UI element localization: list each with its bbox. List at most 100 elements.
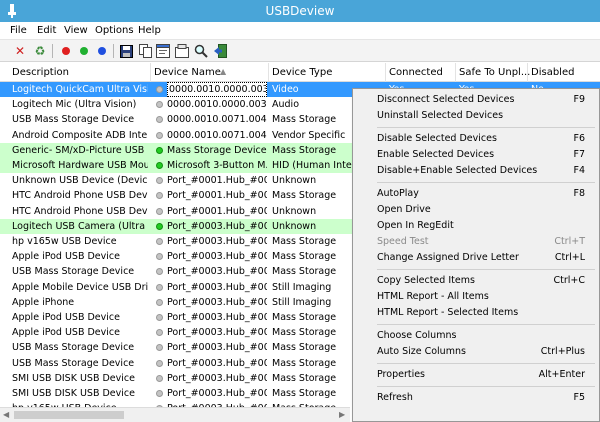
context-menu-item-open-drive[interactable]: Open Drive [377, 202, 597, 218]
horizontal-scrollbar[interactable]: ◀ ▶ [0, 407, 350, 422]
properties-icon[interactable] [174, 43, 190, 59]
column-divider[interactable] [268, 63, 269, 82]
cell-description: USB Mass Storage Device [12, 114, 135, 126]
column-device-name[interactable]: Device Name [154, 67, 221, 78]
menu-options[interactable]: Options [95, 25, 134, 36]
recycle-icon[interactable]: ♻ [32, 43, 48, 59]
menu-item-label: Choose Columns [377, 330, 457, 341]
menu-item-label: Open Drive [377, 204, 431, 215]
menu-item-shortcut: Ctrl+C [553, 275, 586, 286]
menu-item-label: Disable+Enable Selected Devices [377, 165, 538, 176]
column-safe-to-unplug[interactable]: Safe To Unpl... [459, 67, 530, 78]
menu-item-label: Uninstall Selected Devices [377, 110, 504, 121]
context-menu-item-html-report-selected-items[interactable]: HTML Report - Selected Items [377, 305, 597, 321]
cell-device-type: Video [272, 84, 299, 95]
menu-item-shortcut: Ctrl+L [554, 252, 585, 263]
context-menu-item-html-report-all-items[interactable]: HTML Report - All Items [377, 289, 597, 305]
cell-description: HTC Android Phone USB Devi... [12, 205, 148, 217]
scroll-right-icon[interactable]: ▶ [339, 410, 345, 419]
cell-device-name: Port_#0003.Hub_#0007 [167, 388, 267, 399]
cell-description: Apple iPod USB Device [12, 251, 120, 263]
cell-device-type: Mass Storage [272, 251, 337, 263]
disconnected-status-icon [156, 253, 163, 261]
green-dot-icon[interactable] [76, 43, 92, 59]
cell-device-name: Port_#0001.Hub_#0009 [167, 205, 267, 217]
search-icon[interactable] [193, 43, 209, 59]
cell-device-type: Mass Storage [272, 357, 337, 369]
column-divider[interactable] [150, 63, 151, 82]
menu-separator [377, 269, 595, 270]
window-title: USBDeview [265, 4, 335, 18]
menu-help[interactable]: Help [138, 25, 161, 36]
cell-device-name: Port_#0003.Hub_#0007 [167, 327, 267, 339]
context-menu-item-refresh[interactable]: Refresh F5 [377, 390, 597, 406]
context-menu-item-disable-selected-devices[interactable]: Disable Selected Devices F6 [377, 131, 597, 147]
html-report-icon[interactable] [155, 43, 171, 59]
cell-description: Apple iPod USB Device [12, 327, 120, 339]
disconnected-status-icon [156, 131, 163, 139]
context-menu-item-uninstall-selected-devices[interactable]: Uninstall Selected Devices [377, 108, 597, 124]
menu-item-shortcut: F6 [573, 133, 585, 144]
copy-icon[interactable] [137, 43, 153, 59]
menu-file[interactable]: File [10, 25, 27, 36]
menu-edit[interactable]: Edit [37, 25, 56, 36]
cell-description: Microsoft Hardware USB Mouse [12, 160, 148, 171]
cell-device-name: Mass Storage Device [167, 144, 267, 156]
context-menu-item-choose-columns[interactable]: Choose Columns [377, 328, 597, 344]
context-menu-item-enable-selected-devices[interactable]: Enable Selected Devices F7 [377, 147, 597, 163]
context-menu-item-autoplay[interactable]: AutoPlay F8 [377, 186, 597, 202]
scroll-left-icon[interactable]: ◀ [3, 410, 9, 419]
sort-indicator-icon: ▲ [220, 67, 227, 76]
context-menu-item-copy-selected-items[interactable]: Copy Selected Items Ctrl+C [377, 273, 597, 289]
column-device-type[interactable]: Device Type [272, 67, 332, 78]
disconnected-status-icon [156, 207, 163, 215]
disconnected-status-icon [156, 101, 163, 109]
toolbar-separator [113, 44, 114, 58]
connected-status-icon [156, 162, 163, 169]
context-menu-item-properties[interactable]: Properties Alt+Enter [377, 367, 597, 383]
column-connected[interactable]: Connected [389, 67, 443, 78]
exit-icon[interactable] [212, 43, 228, 59]
column-header: Description Device Name ▲ Device Type Co… [0, 63, 600, 82]
disconnected-status-icon [156, 314, 163, 321]
cell-device-type: Still Imaging [272, 281, 332, 293]
column-disabled[interactable]: Disabled [531, 67, 574, 78]
cell-description: Apple iPhone [12, 296, 75, 308]
cell-device-type: Mass Storage [272, 114, 337, 126]
cell-device-name: 0000.0010.0071.004.0... [167, 114, 267, 126]
cell-device-name: Port_#0003.Hub_#0007 [167, 312, 267, 323]
cell-device-name: Port_#0003.Hub_#0007 [167, 357, 267, 369]
blue-dot-icon[interactable] [94, 43, 110, 59]
context-menu-item-change-assigned-drive-letter[interactable]: Change Assigned Drive Letter Ctrl+L [377, 250, 597, 266]
context-menu-item-open-in-regedit[interactable]: Open In RegEdit [377, 218, 597, 234]
save-icon[interactable] [118, 43, 134, 59]
cell-device-name: Port_#0003.Hub_#0007 [167, 372, 267, 384]
connected-status-icon [156, 222, 163, 230]
column-divider[interactable] [455, 63, 456, 82]
red-dot-icon[interactable] [58, 43, 74, 59]
menu-separator [377, 324, 595, 325]
context-menu: Disconnect Selected Devices F9 Uninstall S… [352, 88, 600, 422]
title-bar: USBDeview [0, 0, 600, 22]
context-menu-item-disable-enable-selected-devices[interactable]: Disable+Enable Selected Devices F4 [377, 163, 597, 179]
column-divider[interactable] [385, 63, 386, 82]
column-divider[interactable] [527, 63, 528, 82]
menu-bar: File Edit View Options Help [0, 22, 600, 40]
scrollbar-thumb[interactable] [14, 411, 124, 419]
menu-item-label: Disconnect Selected Devices [377, 94, 515, 105]
cell-description: Unknown USB Device (Device ... [12, 175, 148, 187]
context-menu-item-disconnect-selected-devices[interactable]: Disconnect Selected Devices F9 [377, 92, 597, 108]
delete-icon[interactable]: ✕ [12, 43, 28, 59]
menu-view[interactable]: View [64, 25, 88, 36]
cell-device-name: Port_#0003.Hub_#0007 [167, 266, 267, 278]
column-description[interactable]: Description [12, 67, 69, 78]
cell-device-type: Mass Storage [272, 266, 337, 278]
cell-description: SMI USB DISK USB Device [12, 372, 135, 384]
context-menu-item-auto-size-columns[interactable]: Auto Size Columns Ctrl+Plus [377, 344, 597, 360]
cell-device-name: Port_#0001.Hub_#0004 [167, 175, 267, 187]
menu-item-label: HTML Report - Selected Items [377, 307, 519, 318]
menu-item-label: Change Assigned Drive Letter [377, 252, 519, 263]
menu-separator [377, 386, 595, 387]
menu-item-label: Refresh [377, 392, 413, 403]
cell-description: hp v165w USB Device [12, 236, 117, 247]
